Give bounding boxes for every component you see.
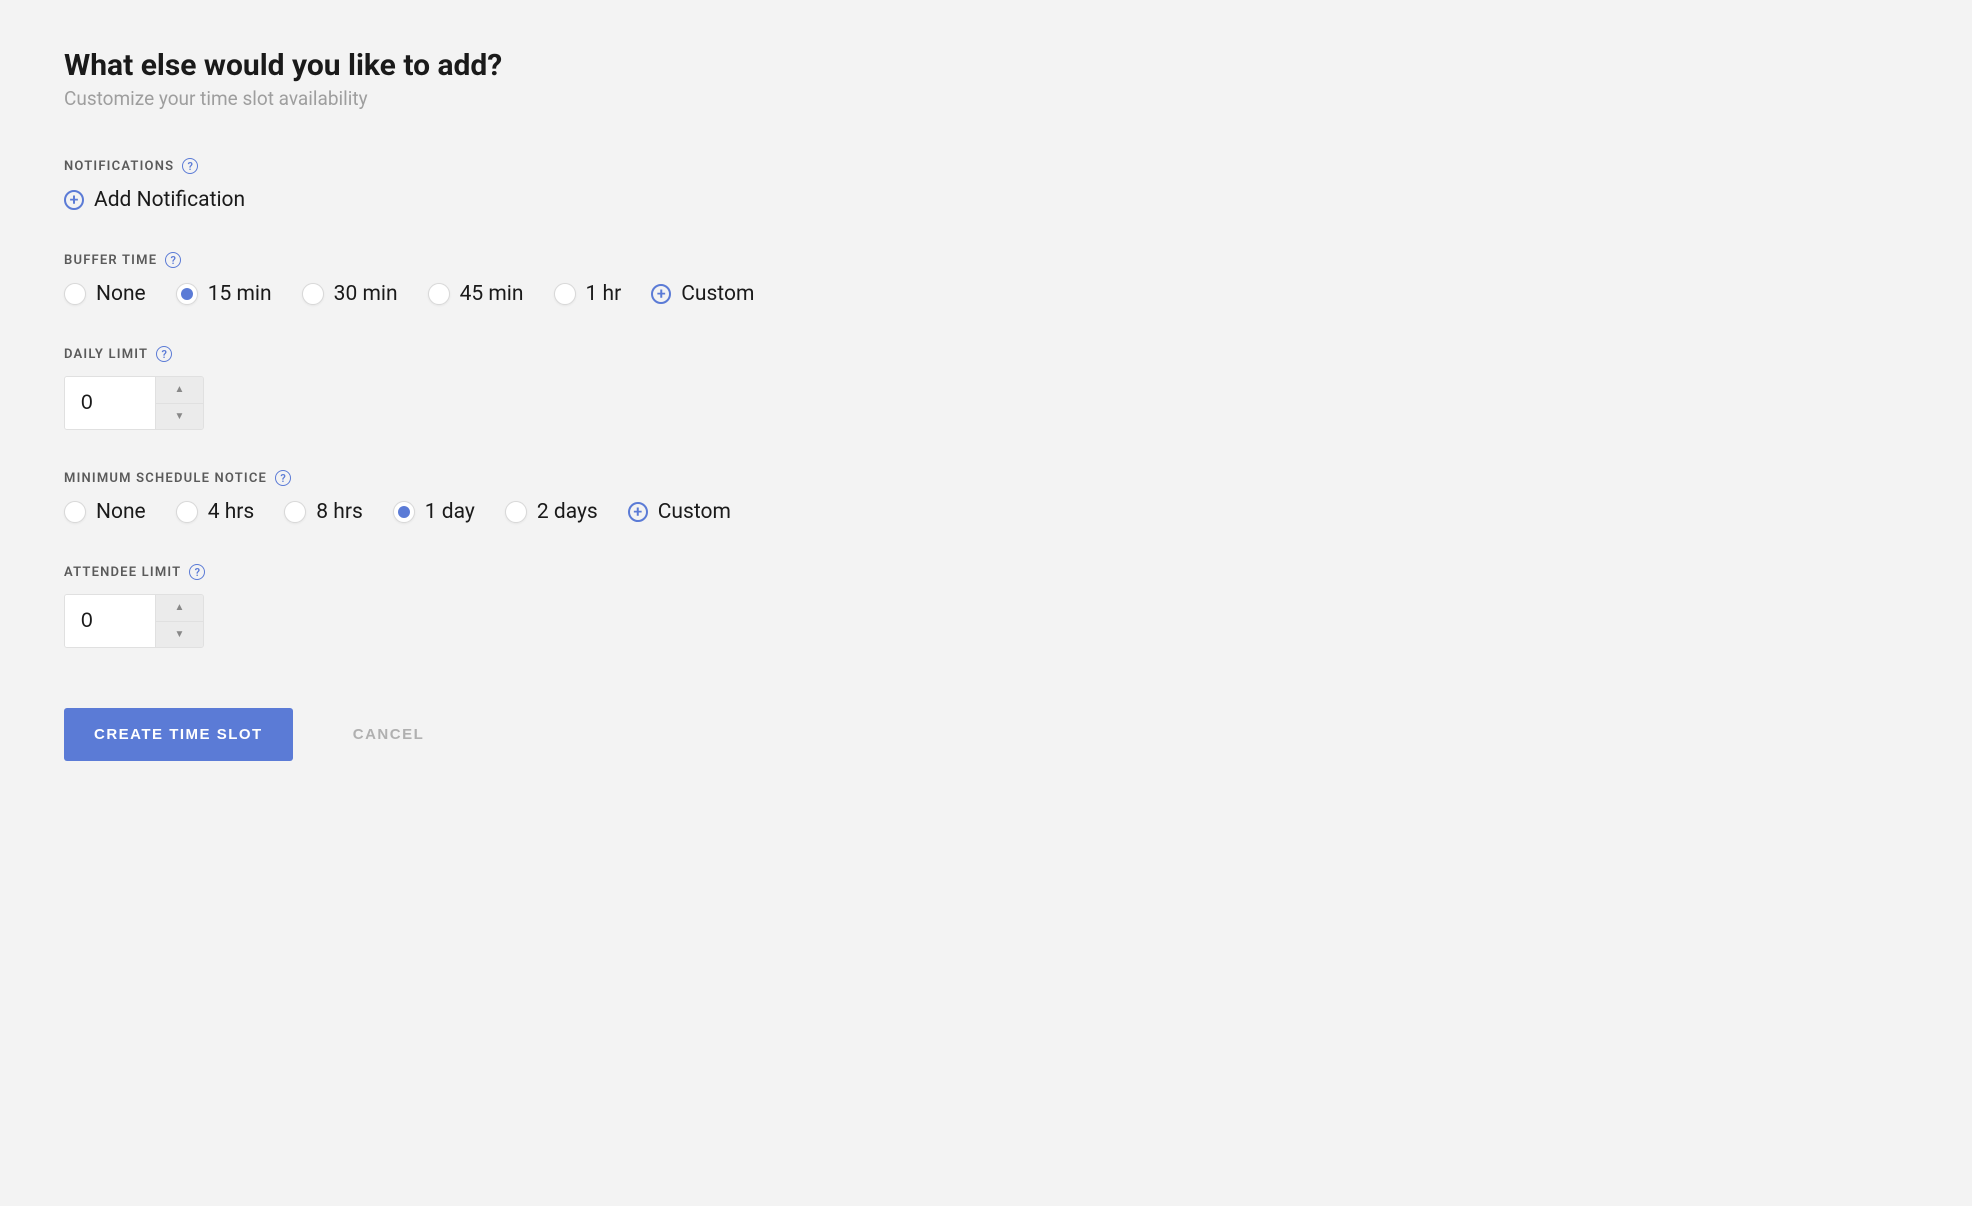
attendee-limit-label: Attendee Limit — [64, 565, 181, 580]
radio-label: 4 hrs — [208, 500, 255, 524]
daily-limit-stepper: ▲ ▼ — [64, 376, 204, 430]
daily-limit-increment[interactable]: ▲ — [156, 377, 203, 404]
buffer-time-option-30min[interactable]: 30 min — [302, 282, 398, 306]
notifications-section: Notifications ? + Add Notification — [64, 158, 1908, 212]
plus-circle-icon: + — [628, 502, 648, 522]
help-icon[interactable]: ? — [189, 564, 205, 580]
buffer-time-option-1hr[interactable]: 1 hr — [554, 282, 622, 306]
daily-limit-section: Daily Limit ? ▲ ▼ — [64, 346, 1908, 430]
daily-limit-label: Daily Limit — [64, 347, 148, 362]
radio-label: 1 hr — [586, 282, 622, 306]
radio-label: None — [96, 282, 146, 306]
attendee-limit-input[interactable] — [65, 595, 155, 647]
create-time-slot-button[interactable]: Create Time Slot — [64, 708, 293, 761]
daily-limit-input[interactable] — [65, 377, 155, 429]
custom-label: Custom — [658, 500, 731, 524]
radio-label: 30 min — [334, 282, 398, 306]
chevron-down-icon: ▼ — [175, 629, 185, 640]
radio-label: 2 days — [537, 500, 598, 524]
plus-circle-icon: + — [651, 284, 671, 304]
msn-option-8hrs[interactable]: 8 hrs — [284, 500, 363, 524]
buffer-time-option-45min[interactable]: 45 min — [428, 282, 524, 306]
form-actions: Create Time Slot Cancel — [64, 708, 1908, 761]
buffer-time-custom[interactable]: + Custom — [651, 282, 754, 306]
buffer-time-section: Buffer Time ? None 15 min 30 min 45 min … — [64, 252, 1908, 306]
min-schedule-notice-section: Minimum Schedule Notice ? None 4 hrs 8 h… — [64, 470, 1908, 524]
plus-circle-icon: + — [64, 190, 84, 210]
buffer-time-option-none[interactable]: None — [64, 282, 146, 306]
buffer-time-options: None 15 min 30 min 45 min 1 hr + Custom — [64, 282, 1908, 306]
attendee-limit-decrement[interactable]: ▼ — [156, 622, 203, 648]
chevron-down-icon: ▼ — [175, 411, 185, 422]
add-notification-label: Add Notification — [94, 188, 245, 212]
help-icon[interactable]: ? — [182, 158, 198, 174]
chevron-up-icon: ▲ — [175, 602, 185, 613]
page-subtitle: Customize your time slot availability — [64, 87, 1908, 110]
cancel-button[interactable]: Cancel — [353, 726, 425, 743]
radio-icon — [176, 283, 198, 305]
attendee-limit-section: Attendee Limit ? ▲ ▼ — [64, 564, 1908, 648]
buffer-time-label: Buffer Time — [64, 253, 157, 268]
msn-custom[interactable]: + Custom — [628, 500, 731, 524]
radio-label: 45 min — [460, 282, 524, 306]
radio-icon — [176, 501, 198, 523]
radio-icon — [302, 283, 324, 305]
attendee-limit-increment[interactable]: ▲ — [156, 595, 203, 622]
page-title: What else would you like to add? — [64, 48, 1908, 83]
notifications-label: Notifications — [64, 159, 174, 174]
radio-label: 15 min — [208, 282, 272, 306]
help-icon[interactable]: ? — [156, 346, 172, 362]
msn-option-none[interactable]: None — [64, 500, 146, 524]
radio-label: 8 hrs — [316, 500, 363, 524]
radio-icon — [64, 283, 86, 305]
chevron-up-icon: ▲ — [175, 384, 185, 395]
msn-option-2days[interactable]: 2 days — [505, 500, 598, 524]
msn-option-1day[interactable]: 1 day — [393, 500, 475, 524]
add-notification-button[interactable]: + Add Notification — [64, 188, 1908, 212]
attendee-limit-stepper: ▲ ▼ — [64, 594, 204, 648]
radio-icon — [284, 501, 306, 523]
min-schedule-notice-options: None 4 hrs 8 hrs 1 day 2 days + Custom — [64, 500, 1908, 524]
custom-label: Custom — [681, 282, 754, 306]
help-icon[interactable]: ? — [165, 252, 181, 268]
msn-option-4hrs[interactable]: 4 hrs — [176, 500, 255, 524]
radio-icon — [428, 283, 450, 305]
radio-icon — [554, 283, 576, 305]
buffer-time-option-15min[interactable]: 15 min — [176, 282, 272, 306]
radio-label: None — [96, 500, 146, 524]
help-icon[interactable]: ? — [275, 470, 291, 486]
radio-icon — [393, 501, 415, 523]
radio-label: 1 day — [425, 500, 475, 524]
radio-icon — [505, 501, 527, 523]
min-schedule-notice-label: Minimum Schedule Notice — [64, 471, 267, 486]
radio-icon — [64, 501, 86, 523]
daily-limit-decrement[interactable]: ▼ — [156, 404, 203, 430]
